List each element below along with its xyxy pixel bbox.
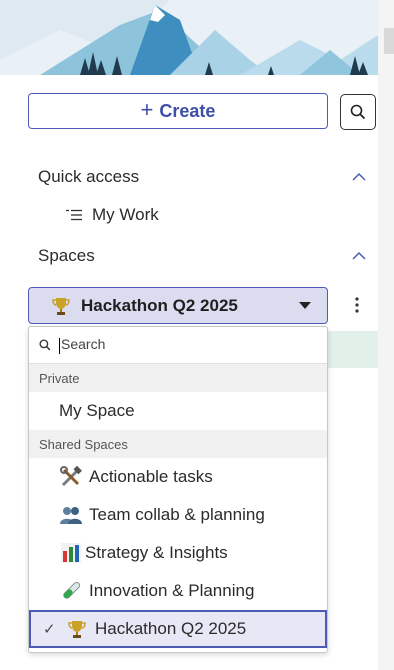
space-option-label: Strategy & Insights <box>85 543 228 562</box>
spaces-dropdown: Search Private My Space Shared Spaces Ac… <box>28 326 328 653</box>
more-options-icon[interactable] <box>355 295 359 315</box>
scrollbar[interactable] <box>378 0 394 670</box>
search-icon <box>39 339 51 351</box>
tools-icon <box>59 466 83 488</box>
space-selector[interactable]: Hackathon Q2 2025 <box>28 287 328 324</box>
quick-access-heading: Quick access <box>38 167 140 186</box>
space-option-actionable-tasks[interactable]: Actionable tasks <box>29 458 327 496</box>
group-header-shared-spaces: Shared Spaces <box>29 430 327 458</box>
caret-down-icon <box>299 302 311 309</box>
space-option-label: Actionable tasks <box>89 467 213 486</box>
header-banner-illustration <box>0 0 394 75</box>
dropdown-search[interactable]: Search <box>29 327 327 364</box>
chevron-up-icon[interactable] <box>352 172 366 182</box>
spaces-heading: Spaces <box>38 246 95 265</box>
scrollbar-thumb[interactable] <box>384 28 394 54</box>
checkmark-icon: ✓ <box>43 621 56 638</box>
space-option-label: Hackathon Q2 2025 <box>95 619 247 638</box>
group-header-private: Private <box>29 364 327 392</box>
space-option-my-space[interactable]: My Space <box>29 392 327 430</box>
test-tube-icon <box>59 580 83 602</box>
list-icon <box>66 209 82 221</box>
trophy-icon <box>49 295 73 317</box>
search-button[interactable] <box>340 94 376 130</box>
create-button[interactable]: + Create <box>28 93 328 129</box>
space-option-strategy-insights[interactable]: Strategy & Insights <box>29 534 327 572</box>
space-option-team-collab[interactable]: Team collab & planning <box>29 496 327 534</box>
bar-chart-icon <box>59 542 83 564</box>
dropdown-search-input[interactable]: Search <box>59 336 105 354</box>
trophy-icon <box>65 618 89 640</box>
highlighted-row-background <box>328 331 378 368</box>
selected-space-label: Hackathon Q2 2025 <box>81 295 238 315</box>
people-icon <box>59 504 83 526</box>
space-option-label: Innovation & Planning <box>89 581 255 600</box>
create-button-label: Create <box>159 100 216 121</box>
search-icon <box>350 104 366 120</box>
space-option-label: My Space <box>59 401 135 420</box>
space-option-innovation-planning[interactable]: Innovation & Planning <box>29 572 327 610</box>
chevron-up-icon[interactable] <box>352 251 366 261</box>
sidebar-item-label: My Work <box>92 205 159 224</box>
space-option-hackathon-q2-2025[interactable]: ✓ Hackathon Q2 2025 <box>29 610 327 648</box>
sidebar-item-my-work[interactable]: My Work <box>66 205 159 225</box>
plus-icon: + <box>140 97 154 122</box>
space-option-label: Team collab & planning <box>89 505 265 524</box>
